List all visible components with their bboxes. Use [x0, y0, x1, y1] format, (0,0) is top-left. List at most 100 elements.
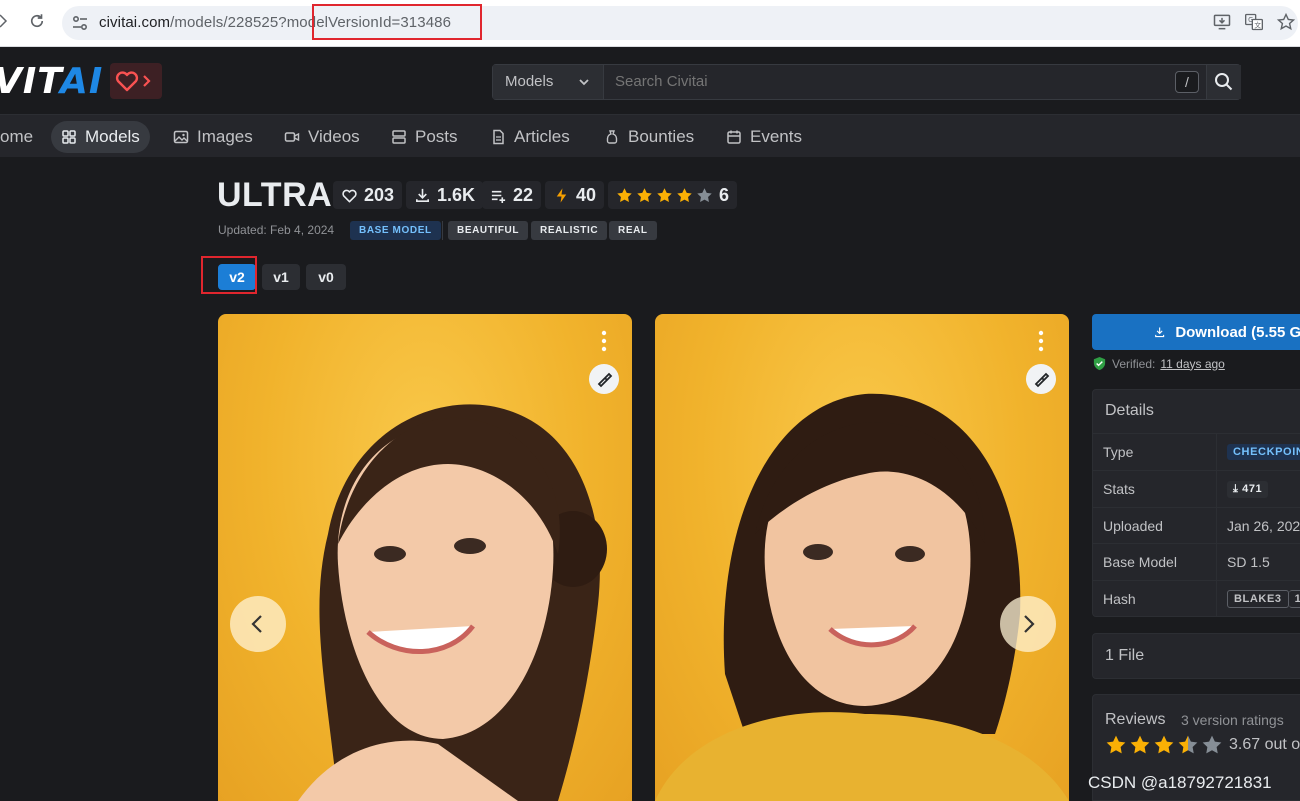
detail-row-type: Type CHECKPOIN [1093, 433, 1300, 470]
star-icon [1202, 735, 1222, 754]
nav-images[interactable]: Images [163, 121, 263, 153]
details-title: Details [1105, 402, 1154, 419]
svg-text:文: 文 [1254, 20, 1261, 29]
downloads-stat: 1.6K [406, 181, 484, 209]
type-badge: CHECKPOIN [1227, 444, 1300, 460]
updated-date: Updated: Feb 4, 2024 [218, 223, 335, 237]
hash-type-select[interactable]: BLAKE3 [1227, 590, 1289, 608]
star-icon [637, 187, 652, 202]
download-count-badge: ⤓ 471 [1227, 481, 1269, 498]
likes-stat[interactable]: 203 [333, 181, 403, 209]
search-icon [1215, 73, 1233, 91]
article-icon [493, 129, 504, 145]
watermark: CSDN @a18792721831 [1088, 773, 1272, 792]
download-icon [416, 188, 429, 202]
remix-button[interactable] [589, 364, 619, 394]
files-accordion[interactable]: 1 File [1092, 633, 1300, 679]
brush-icon [597, 372, 613, 388]
gallery-image-1[interactable] [218, 314, 632, 801]
more-vertical-icon[interactable] [599, 330, 609, 352]
verified-time-link[interactable]: 11 days ago [1160, 357, 1225, 371]
portrait-illustration [655, 393, 1069, 801]
carousel-next-button[interactable] [1000, 596, 1056, 652]
bookmark-star-icon[interactable] [1276, 12, 1298, 34]
nav-posts[interactable]: Posts [381, 121, 468, 153]
search-type-select[interactable]: Models [493, 65, 604, 99]
main-nav: ome Models Images Videos Posts Articles … [0, 115, 1300, 157]
star-icon [1106, 735, 1126, 754]
reviews-score: 3.67 out o [1229, 736, 1300, 753]
browser-toolbar: civitai.com/models/228525?modelVersionId… [0, 0, 1300, 47]
nav-videos[interactable]: Videos [274, 121, 370, 153]
nav-home[interactable]: ome [0, 121, 43, 153]
install-app-icon[interactable] [1212, 12, 1234, 34]
carousel-prev-button[interactable] [230, 596, 286, 652]
buzz-stat[interactable]: 40 [545, 181, 605, 209]
forward-icon[interactable] [0, 12, 14, 34]
reviews-count: 3 version ratings [1181, 712, 1284, 728]
nav-articles[interactable]: Articles [480, 121, 580, 153]
download-icon [1155, 327, 1165, 338]
search-bar: Models / [492, 64, 1241, 100]
rating-stat[interactable]: 6 [608, 181, 738, 209]
star-icon [1130, 735, 1150, 754]
nav-events[interactable]: Events [716, 121, 812, 153]
search-button[interactable] [1206, 65, 1241, 99]
chevron-right-icon [1024, 615, 1035, 633]
star-icon [617, 187, 632, 202]
image-icon [173, 130, 189, 144]
bolt-icon [556, 187, 567, 203]
version-highlight-box [201, 256, 257, 294]
chevron-down-icon [579, 79, 589, 86]
version-button-v1[interactable]: v1 [262, 264, 300, 290]
reload-icon[interactable] [26, 12, 48, 34]
reviews-title: Reviews [1105, 711, 1166, 728]
posts-icon [392, 130, 406, 144]
playlist-add-icon [491, 190, 506, 203]
reviews-stars [1105, 734, 1223, 756]
video-icon [284, 132, 300, 142]
badge-divider [442, 221, 443, 240]
collections-stat[interactable]: 22 [482, 181, 542, 209]
grid-icon [62, 130, 76, 144]
version-button-v0[interactable]: v0 [306, 264, 346, 290]
detail-row-stats: Stats ⤓ 471 [1093, 470, 1300, 507]
search-input[interactable] [615, 65, 1175, 99]
star-icon [1154, 735, 1174, 754]
star-icon [697, 187, 712, 202]
download-button[interactable]: Download (5.55 GB [1092, 314, 1300, 350]
support-button[interactable] [110, 63, 162, 99]
shield-check-icon [1093, 356, 1106, 371]
star-icon [1178, 735, 1198, 754]
more-vertical-icon[interactable] [1036, 330, 1046, 352]
model-title: ULTRA [217, 176, 333, 214]
detail-row-uploaded: Uploaded Jan 26, 202 [1093, 507, 1300, 544]
nav-models[interactable]: Models [51, 121, 150, 153]
tag-badge[interactable]: REAL [609, 221, 657, 240]
nav-bounties[interactable]: Bounties [594, 121, 704, 153]
verified-status: Verified: 11 days ago [1092, 356, 1225, 371]
download-icon: ⤓ [1233, 483, 1243, 495]
remix-button[interactable] [1026, 364, 1056, 394]
bounty-icon [606, 130, 618, 144]
star-icon [657, 187, 672, 202]
star-icon [677, 187, 692, 202]
detail-row-base-model: Base Model SD 1.5 [1093, 543, 1300, 580]
heart-icon [115, 71, 151, 92]
translate-icon[interactable]: G文 [1244, 12, 1266, 34]
portrait-illustration [298, 404, 607, 801]
calendar-icon [727, 130, 741, 144]
details-card: Details Type CHECKPOIN Stats ⤓ 471 Uploa… [1092, 389, 1300, 617]
tag-badge[interactable]: BEAUTIFUL [448, 221, 529, 240]
rating-stars [616, 187, 713, 204]
tag-badge[interactable]: REALISTIC [531, 221, 608, 240]
chevron-left-icon [251, 615, 262, 633]
hash-value[interactable]: 1 [1288, 590, 1300, 608]
url-highlight-box [312, 4, 482, 40]
civitai-logo[interactable]: VITAI [0, 61, 103, 102]
search-shortcut-key: / [1175, 71, 1199, 93]
site-info-icon[interactable] [70, 13, 90, 33]
heart-icon [342, 189, 357, 202]
address-bar[interactable]: civitai.com/models/228525?modelVersionId… [62, 6, 1298, 40]
gallery-image-2[interactable] [655, 314, 1069, 801]
